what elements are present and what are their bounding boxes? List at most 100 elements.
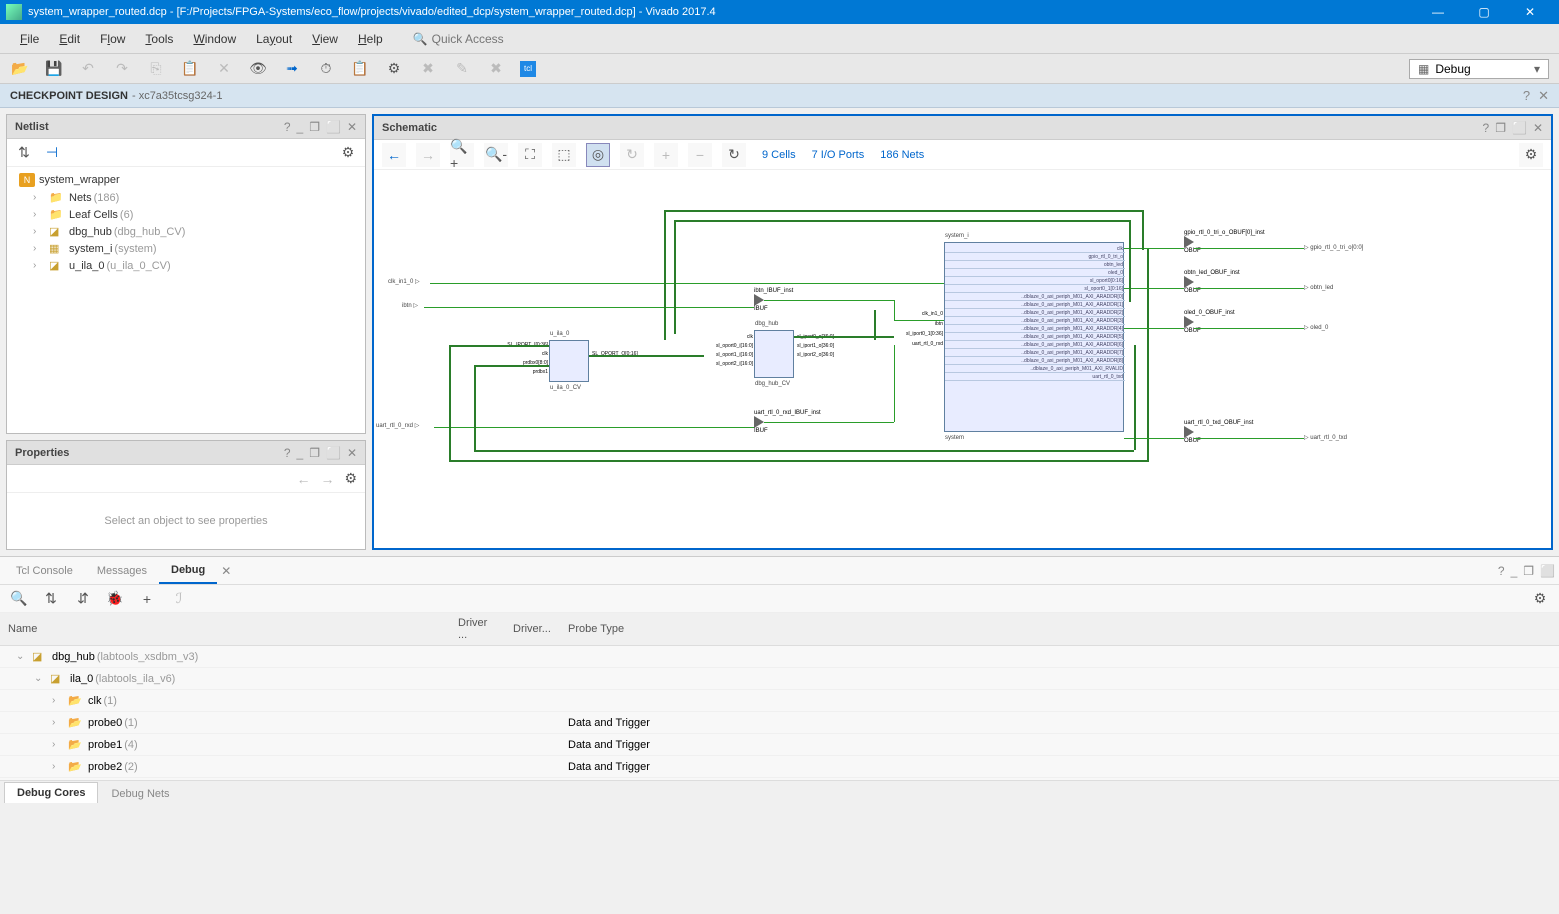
chevron-icon[interactable]: › [52, 717, 64, 728]
tree-item-nets[interactable]: › 📁 Nets (186) [7, 189, 365, 206]
port-oled[interactable]: ▷ oled_0 [1304, 324, 1328, 331]
net-wire[interactable] [449, 345, 549, 347]
col-name[interactable]: Name [0, 613, 450, 646]
bug-icon[interactable]: 🐞 [106, 590, 124, 608]
chevron-right-icon[interactable]: › [33, 226, 45, 237]
ports-count[interactable]: 7 I/O Ports [812, 149, 865, 161]
gear-icon[interactable]: ⚙ [1519, 143, 1543, 167]
close-icon[interactable]: ✕ [1538, 88, 1549, 104]
table-row[interactable]: › 📂 probe0 (1)Data and Trigger [0, 712, 1559, 734]
netlist-root[interactable]: N system_wrapper [7, 171, 365, 189]
block-obuf-gpio[interactable]: gpio_rtl_0_tri_o_OBUF[0]_inst OBUF [1184, 230, 1265, 254]
menu-help[interactable]: Help [348, 28, 393, 50]
net-wire[interactable] [1134, 345, 1136, 450]
net-wire[interactable] [1124, 438, 1184, 439]
net-wire[interactable] [764, 300, 894, 301]
net-wire[interactable] [894, 300, 895, 320]
net-wire[interactable] [430, 283, 944, 284]
tab-tcl-console[interactable]: Tcl Console [4, 559, 85, 583]
clipboard-icon[interactable]: 📋 [350, 59, 370, 79]
pin-icon[interactable]: ⊣ [43, 144, 61, 162]
maximize-icon[interactable]: ⬜ [326, 120, 341, 134]
net-wire[interactable] [449, 345, 451, 462]
delete-icon[interactable]: ✕ [214, 59, 234, 79]
port-uart-txd[interactable]: ▷ uart_rtl_0_txd [1304, 434, 1347, 441]
add-icon[interactable]: + [654, 143, 678, 167]
expand-icon[interactable]: ⇵ [74, 590, 92, 608]
close-button[interactable]: ✕ [1507, 0, 1553, 24]
help-icon[interactable]: ? [1483, 121, 1490, 135]
chevron-icon[interactable]: › [52, 695, 64, 706]
minimize-icon[interactable]: _ [297, 446, 304, 460]
cancel2-icon[interactable]: ✖ [486, 59, 506, 79]
table-row[interactable]: ⌄ ◪ ila_0 (labtools_ila_v6) [0, 668, 1559, 690]
refresh-icon[interactable]: ↻ [620, 143, 644, 167]
block-obuf-obtn[interactable]: obtn_led_OBUF_inst OBUF [1184, 270, 1240, 294]
gear-icon[interactable]: ⚙ [1531, 590, 1549, 608]
tree-item-leaf-cells[interactable]: › 📁 Leaf Cells (6) [7, 206, 365, 223]
menu-edit[interactable]: Edit [49, 28, 90, 50]
select-icon[interactable]: ◎ [586, 143, 610, 167]
settings-icon[interactable]: ⚙ [384, 59, 404, 79]
minimize-icon[interactable]: _ [1511, 564, 1518, 578]
add-icon[interactable]: + [138, 590, 156, 608]
net-wire[interactable] [664, 210, 666, 340]
timer-icon[interactable]: ⏱ [316, 59, 336, 79]
remove-icon[interactable]: − [688, 143, 712, 167]
table-row[interactable]: › 📂 clk (1) [0, 690, 1559, 712]
net-wire[interactable] [449, 460, 1149, 462]
restore-icon[interactable]: ❐ [1495, 121, 1506, 135]
maximize-button[interactable]: ▢ [1461, 0, 1507, 24]
tree-item-u-ila[interactable]: › ◪ u_ila_0 (u_ila_0_CV) [7, 257, 365, 274]
net-wire[interactable] [1194, 438, 1304, 439]
port-gpio-out[interactable]: ▷ gpio_rtl_0_tri_o[0:0] [1304, 244, 1363, 251]
net-wire[interactable] [589, 355, 704, 357]
block-dbg-hub[interactable]: dbg_hub dbg_hub_CV clk sl_oport0_i[16:0]… [754, 330, 794, 378]
forward-icon[interactable]: → [320, 471, 334, 487]
menu-window[interactable]: Window [183, 28, 246, 50]
close-icon[interactable]: ✕ [347, 120, 357, 134]
help-icon[interactable]: ? [284, 120, 291, 134]
regenerate-icon[interactable]: ↻ [722, 143, 746, 167]
close-icon[interactable]: ✕ [347, 446, 357, 460]
net-wire[interactable] [1194, 328, 1304, 329]
open-icon[interactable]: 📂 [10, 59, 30, 79]
step-icon[interactable]: ➟ [282, 59, 302, 79]
net-wire[interactable] [894, 345, 895, 422]
block-u-ila[interactable]: u_ila_0 u_ila_0_CV SL_IPORT_I[0:36] clk … [549, 340, 589, 382]
netlist-tree[interactable]: N system_wrapper › 📁 Nets (186) › 📁 Leaf… [7, 167, 365, 278]
net-wire[interactable] [1124, 248, 1184, 249]
menu-layout[interactable]: Layout [246, 28, 302, 50]
brush-icon[interactable]: ℐ [170, 590, 188, 608]
net-wire[interactable] [474, 450, 1134, 452]
forward-icon[interactable]: → [416, 143, 440, 167]
back-icon[interactable]: ← [296, 471, 310, 487]
chevron-icon[interactable]: ⌄ [16, 651, 28, 662]
tcl-icon[interactable]: tcl [520, 61, 536, 77]
minimize-button[interactable]: — [1415, 0, 1461, 24]
zoom-out-icon[interactable]: 🔍- [484, 143, 508, 167]
net-wire[interactable] [1142, 210, 1144, 250]
copy-icon[interactable]: ⎘ [146, 59, 166, 79]
net-wire[interactable] [894, 320, 944, 321]
tree-item-system-i[interactable]: › ▦ system_i (system) [7, 240, 365, 257]
port-uart-rxd[interactable]: uart_rtl_0_rxd ▷ [376, 422, 419, 429]
net-wire[interactable] [1124, 328, 1184, 329]
net-wire[interactable] [474, 365, 476, 450]
net-wire[interactable] [664, 210, 1144, 212]
chevron-icon[interactable]: › [52, 739, 64, 750]
net-wire[interactable] [794, 336, 894, 338]
redo-icon[interactable]: ↷ [112, 59, 132, 79]
help-icon[interactable]: ? [284, 446, 291, 460]
find-icon[interactable]: 👁 [248, 59, 268, 79]
tab-close-icon[interactable]: ✕ [221, 564, 231, 578]
net-wire[interactable] [874, 310, 876, 340]
block-system-i[interactable]: system_i system clk_in1_0 ibtn sl_iport0… [944, 242, 1124, 432]
net-wire[interactable] [424, 307, 754, 308]
net-wire[interactable] [1147, 248, 1149, 462]
close-icon[interactable]: ✕ [1533, 121, 1543, 135]
chevron-right-icon[interactable]: › [33, 243, 45, 254]
col-driver2[interactable]: Driver... [505, 613, 560, 646]
restore-icon[interactable]: ❐ [309, 446, 320, 460]
schematic-canvas[interactable]: clk_in1_0 ▷ ibtn ▷ uart_rtl_0_rxd ▷ u_il… [374, 170, 1551, 548]
